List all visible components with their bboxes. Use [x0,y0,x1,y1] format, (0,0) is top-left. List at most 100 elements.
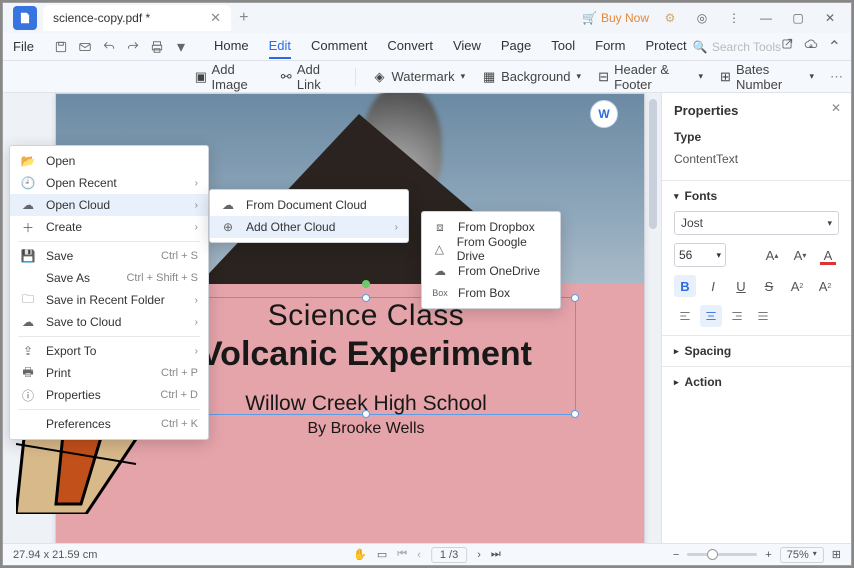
doc-heading-2[interactable]: Volcanic Experiment [156,335,576,374]
close-button[interactable]: ✕ [819,11,841,25]
kebab-icon[interactable]: ⋮ [723,11,745,25]
align-center-button[interactable] [700,305,722,327]
tab-edit[interactable]: Edit [269,34,291,59]
menu-from-google-drive[interactable]: △From Google Drive [422,238,560,260]
rotate-handle[interactable] [362,280,370,288]
menu-preferences[interactable]: PreferencesCtrl + K [10,413,208,435]
font-color-icon[interactable]: A [817,244,839,266]
print-icon[interactable] [146,36,168,58]
redo-icon[interactable] [122,36,144,58]
tab-protect[interactable]: Protect [645,34,686,59]
tab-home[interactable]: Home [214,34,249,59]
menu-open-recent[interactable]: 🕘Open Recent› [10,172,208,194]
header-footer-icon: ⊟ [597,69,610,85]
decrease-font-icon[interactable]: A▾ [789,244,811,266]
tab-page[interactable]: Page [501,34,531,59]
menu-save[interactable]: 💾SaveCtrl + S [10,245,208,267]
google-drive-icon: △ [432,242,447,256]
menu-open[interactable]: 📂Open [10,150,208,172]
tab-comment[interactable]: Comment [311,34,367,59]
first-page-icon[interactable]: ⏮ [397,548,407,561]
add-image-button[interactable]: ▣Add Image [194,62,263,92]
subscript-button[interactable]: A2 [814,275,836,297]
notification-icon[interactable]: ◎ [691,11,713,25]
bates-number-button[interactable]: ⊞Bates Number▾ [719,62,814,92]
maximize-button[interactable]: ▢ [787,11,809,25]
more-icon[interactable]: ⋯ [830,69,843,85]
file-menu-button[interactable]: File [3,39,44,54]
zoom-in-icon[interactable]: + [765,549,771,561]
strikethrough-button[interactable]: S [758,275,780,297]
menu-add-other-cloud[interactable]: ⊕Add Other Cloud› [210,216,408,238]
menu-save-to-cloud[interactable]: ☁Save to Cloud› [10,311,208,333]
increase-font-icon[interactable]: A▴ [761,244,783,266]
folder-icon: 🗀 [20,290,36,311]
vertical-scrollbar[interactable] [649,99,657,229]
word-badge-icon[interactable]: W [590,100,618,128]
italic-button[interactable]: I [702,275,724,297]
page-indicator[interactable]: 1 /3 [431,547,467,563]
zoom-out-icon[interactable]: − [673,549,679,561]
doc-heading-4[interactable]: By Brooke Wells [156,420,576,438]
menu-from-document-cloud[interactable]: ☁From Document Cloud [210,194,408,216]
align-right-button[interactable] [726,305,748,327]
font-family-select[interactable]: Jost▾ [674,211,839,235]
menu-export[interactable]: ⇪Export To› [10,340,208,362]
header-footer-button[interactable]: ⊟Header & Footer▾ [597,62,703,92]
cloud-icon: ☁ [220,198,236,212]
open-cloud-submenu: ☁From Document Cloud ⊕Add Other Cloud› [209,189,409,243]
select-tool-icon[interactable]: ▭ [377,548,387,561]
buy-now-link[interactable]: 🛒 Buy Now [582,11,649,25]
minimize-button[interactable]: — [755,11,777,25]
gift-icon[interactable]: ⚙ [659,11,681,25]
zoom-select[interactable]: 75%▾ [780,547,824,563]
share-icon[interactable] [780,37,794,57]
add-link-button[interactable]: ⚯Add Link [280,62,339,92]
cloud-icon: ☁ [20,198,36,212]
spacing-section[interactable]: ▸Spacing [674,344,839,358]
tab-view[interactable]: View [453,34,481,59]
prev-page-icon[interactable]: ‹ [417,549,421,561]
panel-close-icon[interactable]: ✕ [831,101,841,115]
bold-button[interactable]: B [674,275,696,297]
new-tab-button[interactable]: + [239,9,248,27]
menu-create[interactable]: ＋Create› [10,216,208,238]
type-value: ContentText [674,152,839,166]
cloud-icon[interactable] [804,37,818,57]
action-section[interactable]: ▸Action [674,375,839,389]
hand-tool-icon[interactable]: ✋ [353,548,367,561]
fit-page-icon[interactable]: ⊞ [832,548,841,561]
superscript-button[interactable]: A2 [786,275,808,297]
menu-save-recent-folder[interactable]: 🗀Save in Recent Folder› [10,289,208,311]
last-page-icon[interactable]: ⏭ [491,548,501,561]
tab-convert[interactable]: Convert [387,34,433,59]
collapse-icon[interactable]: ⌃ [828,37,841,57]
menu-from-onedrive[interactable]: ☁From OneDrive [422,260,560,282]
tab-tool[interactable]: Tool [551,34,575,59]
dropdown-icon[interactable]: ▾ [170,36,192,58]
align-justify-button[interactable] [752,305,774,327]
watermark-button[interactable]: ◈Watermark▾ [372,69,466,85]
close-icon[interactable]: ✕ [210,10,221,26]
background-button[interactable]: ▦Background▾ [481,69,581,85]
mail-icon[interactable] [74,36,96,58]
font-size-select[interactable]: 56▾ [674,243,726,267]
zoom-slider[interactable] [687,553,757,556]
next-page-icon[interactable]: › [477,549,481,561]
menu-from-box[interactable]: BoxFrom Box [422,282,560,304]
doc-heading-3[interactable]: Willow Creek High School [156,392,576,416]
recent-icon: 🕘 [20,176,36,190]
underline-button[interactable]: U [730,275,752,297]
tab-form[interactable]: Form [595,34,625,59]
menu-print[interactable]: 🖶PrintCtrl + P [10,362,208,384]
document-tab[interactable]: science-copy.pdf * ✕ [43,5,231,31]
menu-open-cloud[interactable]: ☁Open Cloud› [10,194,208,216]
undo-icon[interactable] [98,36,120,58]
image-icon: ▣ [194,69,207,85]
save-icon[interactable] [50,36,72,58]
menu-save-as[interactable]: Save AsCtrl + Shift + S [10,267,208,289]
menu-properties[interactable]: ⓘPropertiesCtrl + D [10,384,208,406]
fonts-section[interactable]: ▾Fonts [674,189,839,203]
chevron-down-icon: ▾ [674,191,679,202]
align-left-button[interactable] [674,305,696,327]
